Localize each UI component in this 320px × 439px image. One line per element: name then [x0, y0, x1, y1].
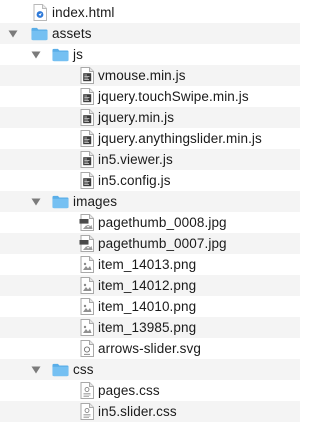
file-label: vmouse.min.js: [98, 68, 186, 83]
file-tree: index.html assets js vmouse.min.js jquer…: [0, 0, 300, 439]
folder-row-js[interactable]: js: [0, 44, 300, 65]
disclosure-expanded-icon[interactable]: [31, 365, 41, 375]
file-row-js[interactable]: jquery.touchSwipe.min.js: [0, 86, 300, 107]
file-row-css[interactable]: pages.css: [0, 380, 300, 401]
file-label: pages.css: [98, 383, 160, 398]
disclosure-expanded-icon[interactable]: [31, 197, 41, 207]
file-row-index-html[interactable]: index.html: [0, 2, 300, 23]
script-file-icon: [78, 172, 95, 189]
folder-icon: [52, 46, 69, 63]
file-row-js[interactable]: jquery.anythingslider.min.js: [0, 128, 300, 149]
folder-icon: [31, 25, 48, 42]
file-row-png[interactable]: item_13985.png: [0, 317, 300, 338]
file-label: item_14010.png: [98, 299, 197, 314]
folder-label: js: [73, 47, 83, 62]
file-row-jpg[interactable]: pagethumb_0007.jpg: [0, 233, 300, 254]
html-file-icon: [31, 4, 48, 21]
disclosure-expanded-icon[interactable]: [31, 50, 41, 60]
file-label: in5.viewer.js: [98, 152, 173, 167]
file-label: arrows-slider.svg: [98, 341, 201, 356]
file-row-svg[interactable]: arrows-slider.svg: [0, 338, 300, 359]
css-file-icon: [78, 382, 95, 399]
folder-row-assets[interactable]: assets: [0, 23, 300, 44]
disclosure-expanded-icon[interactable]: [8, 29, 18, 39]
folder-label: assets: [52, 26, 92, 41]
file-row-png[interactable]: item_14010.png: [0, 296, 300, 317]
file-label: pagethumb_0007.jpg: [98, 236, 227, 251]
file-label: jquery.min.js: [98, 110, 175, 125]
script-file-icon: [78, 130, 95, 147]
script-file-icon: [78, 109, 95, 126]
file-label: in5.config.js: [98, 173, 171, 188]
file-row-js[interactable]: in5.config.js: [0, 170, 300, 191]
jpg-file-icon: [78, 214, 95, 231]
png-file-icon: [78, 256, 95, 273]
folder-row-css[interactable]: css: [0, 359, 300, 380]
script-file-icon: [78, 151, 95, 168]
folder-icon: [52, 361, 69, 378]
file-label: in5.slider.css: [98, 404, 177, 419]
file-row-png[interactable]: item_14013.png: [0, 254, 300, 275]
jpg-file-icon: [78, 235, 95, 252]
file-label: jquery.anythingslider.min.js: [98, 131, 262, 146]
svg-file-icon: [78, 340, 95, 357]
file-row-png[interactable]: item_14012.png: [0, 275, 300, 296]
png-file-icon: [78, 277, 95, 294]
png-file-icon: [78, 319, 95, 336]
file-label: index.html: [52, 5, 115, 20]
folder-row-images[interactable]: images: [0, 191, 300, 212]
file-label: item_13985.png: [98, 320, 197, 335]
file-row-jpg[interactable]: pagethumb_0008.jpg: [0, 212, 300, 233]
file-label: item_14012.png: [98, 278, 197, 293]
file-row-js[interactable]: jquery.min.js: [0, 107, 300, 128]
folder-label: images: [73, 194, 118, 209]
folder-label: css: [73, 362, 94, 377]
file-row-css[interactable]: in5.slider.css: [0, 401, 300, 422]
script-file-icon: [78, 88, 95, 105]
file-row-js[interactable]: vmouse.min.js: [0, 65, 300, 86]
file-label: pagethumb_0008.jpg: [98, 215, 227, 230]
script-file-icon: [78, 67, 95, 84]
folder-icon: [52, 193, 69, 210]
file-label: item_14013.png: [98, 257, 197, 272]
css-file-icon: [78, 403, 95, 420]
file-row-js[interactable]: in5.viewer.js: [0, 149, 300, 170]
file-label: jquery.touchSwipe.min.js: [98, 89, 249, 104]
png-file-icon: [78, 298, 95, 315]
